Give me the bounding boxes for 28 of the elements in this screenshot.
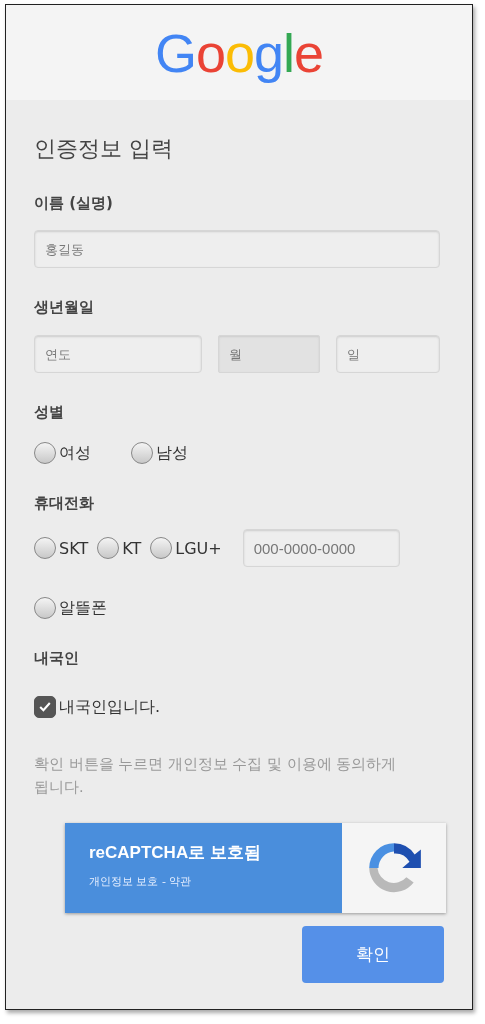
radio-option[interactable]: LGU+ — [150, 537, 222, 559]
input-field[interactable]: 월 — [218, 335, 320, 373]
section-label: 휴대전화 — [34, 494, 95, 513]
input-field[interactable]: 홍길동 — [34, 230, 440, 268]
radio-button-icon[interactable] — [34, 537, 56, 559]
input-field[interactable]: 연도 — [34, 335, 202, 373]
checkbox-option[interactable]: 내국인입니다. — [34, 696, 161, 718]
radio-option[interactable]: 남성 — [131, 442, 188, 464]
input-field[interactable]: 일 — [336, 335, 440, 373]
radio-option[interactable]: 알뜰폰 — [34, 597, 107, 619]
radio-button-icon[interactable] — [34, 442, 56, 464]
section-label: 성별 — [34, 403, 65, 422]
radio-button-icon[interactable] — [131, 442, 153, 464]
radio-option[interactable]: SKT — [34, 537, 89, 559]
section-label: 생년월일 — [34, 298, 95, 317]
recaptcha-title: reCAPTCHA로 보호됨 — [89, 842, 262, 864]
section-label: 이름 (실명) — [34, 194, 114, 213]
radio-option[interactable]: KT — [97, 537, 142, 559]
consent-text: 확인 버튼을 누르면 개인정보 수집 및 이용에 동의하게 됩니다. — [34, 755, 398, 797]
checkbox[interactable] — [34, 696, 56, 718]
radio-button-icon[interactable] — [97, 537, 120, 559]
radio-option[interactable]: 여성 — [34, 442, 91, 464]
radio-button-icon[interactable] — [34, 597, 56, 619]
section-label: 내국인 — [34, 649, 80, 668]
radio-button-icon[interactable] — [150, 537, 173, 559]
google-logo: Google — [154, 21, 324, 84]
input-field[interactable]: 000-0000-0000 — [242, 529, 400, 567]
form-title: 인증정보 입력 — [34, 135, 174, 163]
